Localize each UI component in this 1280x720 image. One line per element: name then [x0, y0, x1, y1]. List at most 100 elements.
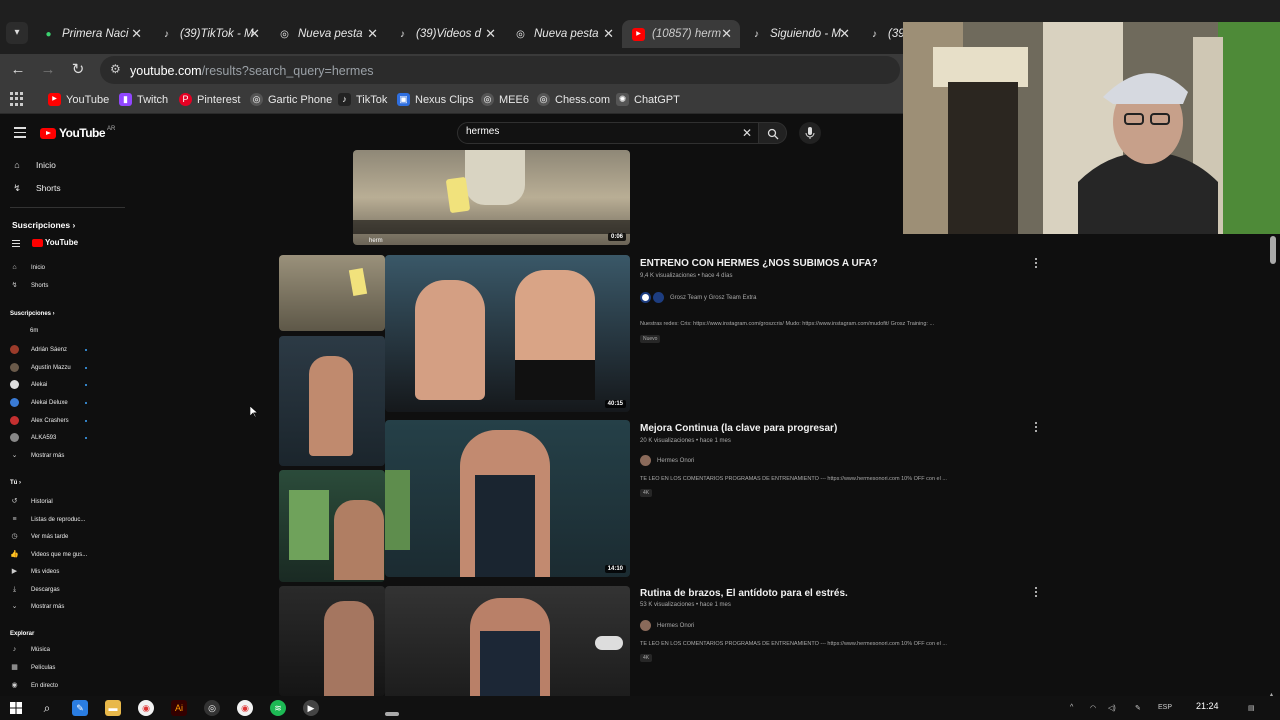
channel-avatar	[10, 345, 19, 354]
more-options-icon[interactable]	[1033, 422, 1039, 434]
page-scrollbar[interactable]	[1270, 236, 1276, 264]
close-tab-icon[interactable]: ✕	[603, 26, 614, 42]
more-options-icon[interactable]	[1033, 587, 1039, 599]
folder-icon[interactable]: ▬	[105, 700, 121, 716]
mini-sidebar-item-shorts[interactable]: ↯ Shorts	[10, 281, 49, 290]
video-meta: 53 K visualizaciones • hace 1 mes	[640, 602, 731, 608]
close-tab-icon[interactable]: ✕	[249, 26, 260, 42]
close-tab-icon[interactable]: ✕	[485, 26, 496, 42]
close-tab-icon[interactable]: ✕	[721, 26, 732, 42]
search-button[interactable]	[759, 122, 787, 144]
nested-youtube-logo[interactable]: YouTube	[32, 238, 78, 247]
bookmark-twitch[interactable]: ▮ Twitch	[119, 93, 168, 106]
bookmark-nexus-clips[interactable]: ▣ Nexus Clips	[397, 93, 474, 106]
thumbnail-figure	[465, 150, 525, 205]
channel-link[interactable]: Hermes Onori	[640, 620, 694, 631]
subscription-item[interactable]: Alekai Deluxe	[10, 398, 68, 407]
browser-tab[interactable]: ● Primera Naci ✕	[32, 20, 150, 48]
sidebar-item-liked-videos[interactable]: 👍 Videos que me gus...	[10, 550, 87, 559]
voice-search-button[interactable]	[799, 122, 821, 144]
bookmark-chess[interactable]: ◎ Chess.com	[537, 93, 610, 106]
subscription-item[interactable]: Alekai	[10, 380, 47, 389]
subscription-item[interactable]: Agustín Mazzu	[10, 363, 71, 372]
app-icon[interactable]: ✎	[72, 700, 88, 716]
subscription-item[interactable]: ALKA593	[10, 433, 56, 442]
browser-tab-active[interactable]: ▶ (10857) herm ✕	[622, 20, 740, 48]
mini-subscriptions-heading[interactable]: Suscripciones ›	[10, 311, 55, 317]
bookmark-youtube[interactable]: ▶ YouTube	[48, 93, 109, 106]
youtube-play-icon	[32, 238, 43, 247]
back-arrow-icon[interactable]: ←	[8, 60, 28, 80]
channel-link[interactable]: Grosz Team y Grosz Team Extra	[640, 292, 756, 303]
sidebar-item-downloads[interactable]: ⤓ Descargas	[10, 585, 60, 594]
video-thumbnail[interactable]: herm 0:06	[353, 150, 630, 245]
nested-menu-icon[interactable]	[12, 240, 20, 250]
you-heading[interactable]: Tú ›	[10, 480, 21, 486]
sidebar-item-watch-later[interactable]: ◷ Ver más tarde	[10, 532, 68, 541]
sidebar-item-live[interactable]: ◉ En directo	[10, 681, 58, 690]
subscription-item[interactable]: Adrián Sáenz	[10, 345, 67, 354]
tab-search-button[interactable]: ▾	[6, 22, 28, 44]
youtube-logo[interactable]: YouTube AR	[40, 126, 115, 140]
sidebar-item-inicio[interactable]: ⌂ Inicio	[12, 160, 56, 170]
video-title[interactable]: ENTRENO CON HERMES ¿NOS SUBIMOS A UFA?	[640, 258, 878, 269]
video-title[interactable]: Mejora Continua (la clave para progresar…	[640, 423, 837, 434]
subscription-item[interactable]: Alex Crashers	[10, 416, 69, 425]
bookmark-gartic-phone[interactable]: ◎ Gartic Phone	[250, 93, 332, 106]
video-title[interactable]: Rutina de brazos, El antídoto para el es…	[640, 588, 848, 599]
video-thumbnail[interactable]: 40:15	[385, 255, 630, 412]
browser-tab[interactable]: ♪ (39)TikTok - M ✕	[150, 20, 268, 48]
show-more-subscriptions[interactable]: ⌄ Mostrar más	[10, 451, 65, 460]
pen-icon[interactable]: ✎	[1135, 704, 1141, 712]
sidebar-item-historial[interactable]: ↺ Historial	[10, 497, 53, 506]
language-indicator[interactable]: ESP	[1158, 704, 1172, 711]
browser-tab[interactable]: ♪ (39)Videos d ✕	[386, 20, 504, 48]
chrome-icon[interactable]: ◉	[138, 700, 154, 716]
chrome-icon[interactable]: ◉	[237, 700, 253, 716]
illustrator-icon[interactable]: Ai	[171, 700, 187, 716]
apps-grid-icon[interactable]	[10, 92, 24, 106]
close-tab-icon[interactable]: ✕	[131, 26, 142, 42]
search-input[interactable]	[466, 126, 736, 137]
sidebar-item-shorts[interactable]: ↯ Shorts	[12, 183, 60, 193]
sidebar-item-show-more[interactable]: ⌄ Mostrar más	[10, 602, 65, 611]
browser-tab[interactable]: ♪ (39	[858, 20, 903, 48]
mini-sidebar-item-inicio[interactable]: ⌂ Inicio	[10, 263, 45, 272]
omnibox[interactable]: ⚙ youtube.com/results?search_query=herme…	[100, 56, 900, 84]
network-icon[interactable]: ◠	[1090, 704, 1096, 712]
taskbar-clock[interactable]: 21:24	[1196, 701, 1219, 711]
close-tab-icon[interactable]: ✕	[367, 26, 378, 42]
bookmark-pinterest[interactable]: P Pinterest	[179, 93, 240, 106]
close-tab-icon[interactable]: ✕	[839, 26, 850, 42]
forward-arrow-icon[interactable]: →	[38, 60, 58, 80]
browser-tab[interactable]: ◎ Nueva pesta ✕	[504, 20, 622, 48]
spotify-icon[interactable]: ≋	[270, 700, 286, 716]
browser-tab[interactable]: ◎ Nueva pesta ✕	[268, 20, 386, 48]
video-thumbnail[interactable]	[385, 586, 630, 696]
video-thumbnail[interactable]: 14:10	[385, 420, 630, 577]
menu-icon[interactable]	[14, 127, 26, 141]
more-options-icon[interactable]	[1033, 258, 1039, 270]
windows-icon[interactable]	[8, 700, 24, 716]
subscription-item[interactable]: 6m	[30, 328, 38, 334]
notifications-icon[interactable]: ▤	[1248, 704, 1255, 712]
channel-avatar	[10, 363, 19, 372]
sidebar-item-my-videos[interactable]: ▶ Mis videos	[10, 567, 60, 576]
channel-link[interactable]: Hermes Onori	[640, 455, 694, 466]
browser-tab[interactable]: ♪ Siguiendo - M ✕	[740, 20, 858, 48]
obs-icon[interactable]: ◎	[204, 700, 220, 716]
media-player-icon[interactable]: ▶	[303, 700, 319, 716]
volume-icon[interactable]: ◁)	[1108, 704, 1116, 712]
bookmark-mee6[interactable]: ◎ MEE6	[481, 93, 529, 106]
search-icon[interactable]: ⌕	[39, 700, 55, 716]
tray-chevron-icon[interactable]: ^	[1070, 704, 1073, 711]
sidebar-item-music[interactable]: ♪ Música	[10, 645, 50, 654]
sidebar-item-playlists[interactable]: ≡ Listas de reproduc...	[10, 515, 85, 524]
sidebar-item-movies[interactable]: ▦ Películas	[10, 663, 55, 672]
subscriptions-heading[interactable]: Suscripciones ›	[12, 220, 75, 230]
site-info-icon[interactable]: ⚙	[110, 62, 121, 76]
bookmark-tiktok[interactable]: ♪ TikTok	[338, 93, 387, 106]
bookmark-chatgpt[interactable]: ✺ ChatGPT	[616, 93, 680, 106]
reload-icon[interactable]: ↻	[68, 60, 88, 80]
clear-search-icon[interactable]: ✕	[742, 126, 752, 140]
